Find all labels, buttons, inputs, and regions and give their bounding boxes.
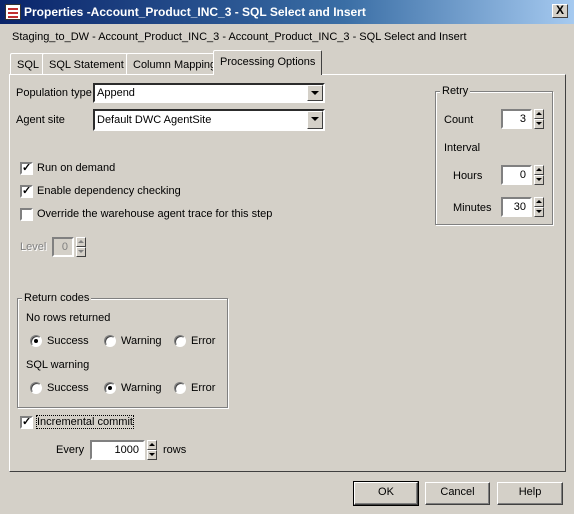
spin-down-icon xyxy=(76,247,86,257)
enable-dependency-checkbox[interactable] xyxy=(20,185,33,198)
minutes-field[interactable]: 30 xyxy=(501,197,532,217)
tab-sql-statement[interactable]: SQL Statement xyxy=(42,53,131,75)
tab-column-mapping[interactable]: Column Mapping xyxy=(126,53,224,75)
chevron-down-icon[interactable] xyxy=(307,85,323,101)
title-bar: Properties -Account_Product_INC_3 - SQL … xyxy=(0,0,574,24)
sql-warning-warning-radio[interactable] xyxy=(104,382,116,394)
spin-up-icon[interactable] xyxy=(534,165,544,175)
hours-spinner[interactable] xyxy=(534,165,544,185)
hours-field[interactable]: 0 xyxy=(501,165,532,185)
override-trace-checkbox[interactable] xyxy=(20,208,33,221)
no-rows-error-radio[interactable] xyxy=(174,335,186,347)
every-label: Every xyxy=(56,444,85,456)
spin-up-icon[interactable] xyxy=(534,197,544,207)
level-spinner xyxy=(76,237,86,257)
help-button[interactable]: Help xyxy=(497,482,563,505)
incremental-commit-label: Incremental commit xyxy=(36,415,134,429)
no-rows-warning-label: Warning xyxy=(121,335,162,347)
level-field: 0 xyxy=(52,237,74,257)
retry-count-label: Count xyxy=(444,114,474,126)
minutes-spinner[interactable] xyxy=(534,197,544,217)
sql-warning-error-radio[interactable] xyxy=(174,382,186,394)
incremental-commit-checkbox[interactable] xyxy=(20,416,33,429)
no-rows-success-radio[interactable] xyxy=(30,335,42,347)
population-type-select[interactable]: Append xyxy=(93,83,325,103)
spin-up-icon xyxy=(76,237,86,247)
sql-warning-warning-label: Warning xyxy=(121,382,162,394)
interval-label: Interval xyxy=(444,142,481,154)
cancel-button[interactable]: Cancel xyxy=(425,482,490,505)
properties-app-icon xyxy=(5,4,21,20)
no-rows-success-label: Success xyxy=(47,335,89,347)
breadcrumb: Staging_to_DW - Account_Product_INC_3 - … xyxy=(12,31,467,43)
spin-down-icon[interactable] xyxy=(534,119,544,129)
agent-site-value: Default DWC AgentSite xyxy=(97,114,212,126)
population-type-label: Population type xyxy=(16,87,92,99)
enable-dependency-label: Enable dependency checking xyxy=(37,185,181,197)
hours-label: Hours xyxy=(453,170,483,182)
no-rows-warning-radio[interactable] xyxy=(104,335,116,347)
spin-down-icon[interactable] xyxy=(534,175,544,185)
spin-down-icon[interactable] xyxy=(534,207,544,217)
every-field[interactable]: 1000 xyxy=(90,440,145,460)
tab-processing-options[interactable]: Processing Options xyxy=(213,50,323,75)
sql-warning-label: SQL warning xyxy=(26,359,90,371)
no-rows-error-label: Error xyxy=(191,335,216,347)
spin-up-icon[interactable] xyxy=(534,109,544,119)
run-on-demand-label: Run on demand xyxy=(37,162,116,174)
level-label: Level xyxy=(20,241,47,253)
close-icon: X xyxy=(555,3,564,17)
ok-button[interactable]: OK xyxy=(353,481,419,506)
window-title: Properties -Account_Product_INC_3 - SQL … xyxy=(24,5,366,19)
retry-count-spinner[interactable] xyxy=(534,109,544,129)
return-codes-title: Return codes xyxy=(22,292,92,304)
retry-count-field[interactable]: 3 xyxy=(501,109,532,129)
retry-title: Retry xyxy=(440,85,471,97)
sql-warning-success-radio[interactable] xyxy=(30,382,42,394)
population-type-value: Append xyxy=(97,87,135,99)
no-rows-label: No rows returned xyxy=(26,312,111,324)
agent-site-select[interactable]: Default DWC AgentSite xyxy=(93,109,325,131)
spin-down-icon[interactable] xyxy=(147,450,157,460)
close-button[interactable]: X xyxy=(552,4,568,18)
run-on-demand-checkbox[interactable] xyxy=(20,162,33,175)
agent-site-label: Agent site xyxy=(16,114,65,126)
sql-warning-error-label: Error xyxy=(191,382,216,394)
sql-warning-success-label: Success xyxy=(47,382,89,394)
rows-label: rows xyxy=(163,444,187,456)
every-spinner[interactable] xyxy=(147,440,157,460)
minutes-label: Minutes xyxy=(453,202,492,214)
chevron-down-icon[interactable] xyxy=(307,111,323,129)
spin-up-icon[interactable] xyxy=(147,440,157,450)
tab-sql[interactable]: SQL xyxy=(10,53,47,75)
override-trace-label: Override the warehouse agent trace for t… xyxy=(37,208,273,220)
